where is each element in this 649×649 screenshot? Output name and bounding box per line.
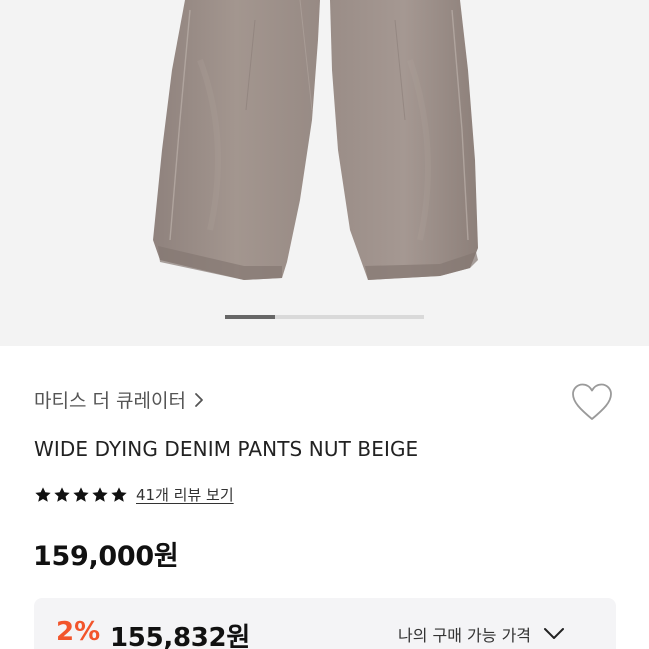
my-price-box: 2% 155,832원 나의 구매 가능 가격 — [34, 598, 616, 649]
star-icon — [111, 486, 127, 502]
product-photo — [153, 0, 478, 280]
star-icon — [92, 486, 108, 502]
review-link[interactable]: 41개 리뷰 보기 — [136, 484, 234, 505]
chevron-down-icon — [544, 628, 565, 639]
my-price-value: 155,832원 — [110, 623, 250, 649]
my-price-toggle[interactable]: 나의 구매 가능 가격 — [398, 622, 565, 646]
discount-percent: 2% — [56, 617, 101, 647]
carousel-indicator-segment — [274, 315, 325, 319]
my-price-label: 나의 구매 가능 가격 — [398, 626, 532, 645]
rating-row: 41개 리뷰 보기 — [34, 484, 234, 505]
carousel-indicator-active — [225, 315, 275, 319]
chevron-right-icon — [195, 392, 203, 407]
star-rating — [34, 486, 128, 504]
brand-name: 마티스 더 큐레이터 — [34, 390, 186, 412]
star-icon — [35, 486, 51, 502]
brand-link[interactable]: 마티스 더 큐레이터 — [34, 386, 206, 413]
product-name: WIDE DYING DENIM PANTS NUT BEIGE — [34, 437, 419, 461]
product-image-carousel[interactable] — [0, 0, 649, 346]
product-detail-page: 마티스 더 큐레이터 WIDE DYING DENIM PANTS NUT BE… — [0, 0, 649, 649]
carousel-indicator-segment — [324, 315, 375, 319]
product-price: 159,000원 — [33, 541, 179, 572]
heart-icon[interactable] — [570, 382, 614, 422]
star-icon — [73, 486, 89, 502]
carousel-indicator — [225, 315, 424, 319]
carousel-indicator-segment — [374, 315, 424, 319]
star-icon — [54, 486, 70, 502]
